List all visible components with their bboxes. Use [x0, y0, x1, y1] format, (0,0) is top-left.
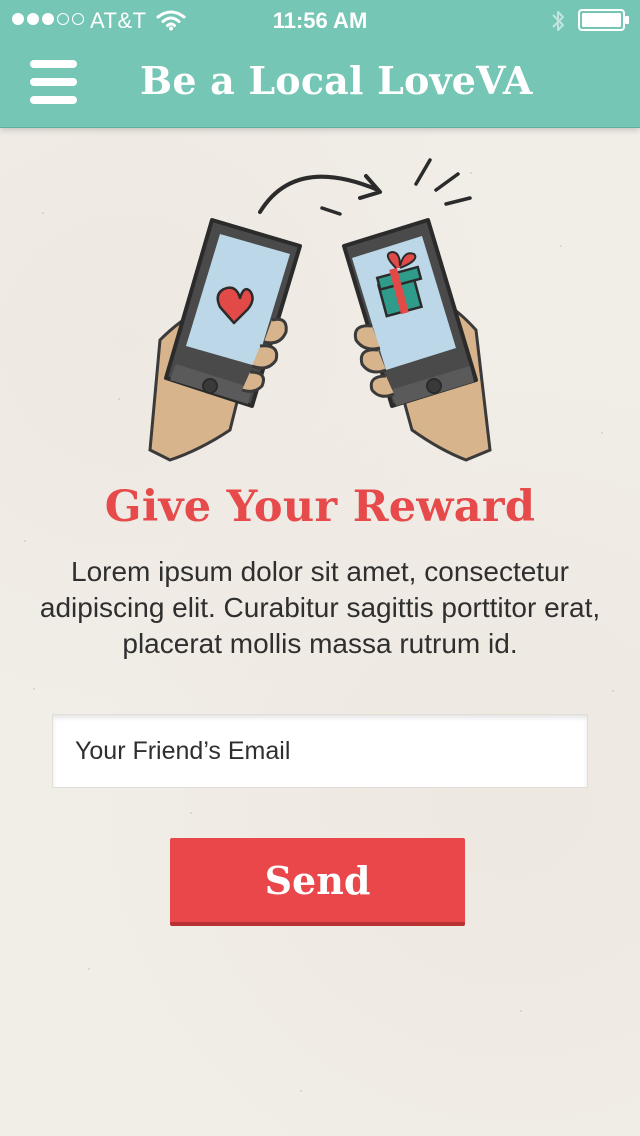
send-button[interactable]: Send — [170, 838, 465, 926]
page-title: Be a Local LoveVA — [140, 58, 533, 103]
right-phone-icon — [342, 218, 492, 462]
header: AT&T 11:56 AM Be a Local LoveVA — [0, 0, 640, 128]
friend-email-input[interactable] — [52, 714, 588, 788]
left-phone-icon — [148, 218, 302, 462]
paper-speck — [118, 398, 120, 400]
paper-speck — [612, 690, 614, 692]
paper-speck — [190, 812, 192, 814]
paper-speck — [24, 540, 26, 542]
paper-speck — [601, 432, 603, 434]
paper-speck — [88, 968, 90, 970]
status-bar: AT&T 11:56 AM — [0, 0, 640, 40]
nav-bar: Be a Local LoveVA — [0, 40, 640, 127]
hamburger-menu-icon-bar — [30, 96, 77, 104]
menu-button[interactable] — [30, 60, 78, 106]
reward-heading: Give Your Reward — [104, 482, 536, 532]
arrow-icon — [258, 158, 472, 216]
hamburger-menu-icon-bar — [30, 60, 77, 68]
phones-illustration — [148, 158, 492, 462]
status-time: 11:56 AM — [272, 8, 368, 33]
hamburger-menu-icon-bar — [30, 78, 77, 86]
paper-speck — [33, 688, 35, 690]
paper-speck — [42, 212, 44, 214]
bluetooth-icon — [552, 11, 564, 31]
description-text: Lorem ipsum dolor sit amet, consectetur … — [39, 556, 601, 659]
battery-icon — [578, 9, 629, 31]
paper-speck — [520, 1010, 522, 1012]
paper-speck — [560, 245, 562, 247]
paper-speck — [300, 1090, 302, 1092]
